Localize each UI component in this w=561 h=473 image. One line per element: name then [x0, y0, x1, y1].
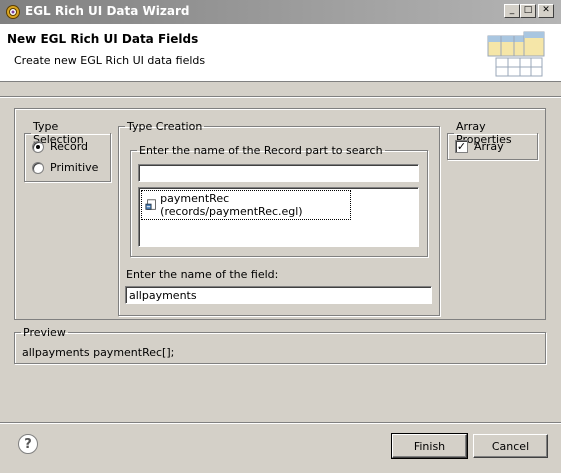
record-search-legend: Enter the name of the Record part to sea… — [139, 144, 383, 157]
minimize-button[interactable]: _ — [504, 4, 520, 18]
checkbox-checked-icon[interactable]: ✓ — [455, 140, 468, 153]
record-radio[interactable]: Record — [32, 140, 88, 153]
array-checkbox-label: Array — [474, 140, 504, 153]
record-result-label: paymentRec (records/paymentRec.egl) — [160, 192, 303, 218]
record-part-icon — [145, 199, 156, 210]
cancel-button[interactable]: Cancel — [473, 434, 548, 458]
radio-unselected-icon[interactable] — [32, 161, 44, 174]
close-button[interactable]: ✕ — [538, 4, 554, 18]
field-name-input[interactable]: allpayments — [125, 286, 432, 304]
separator — [0, 96, 561, 98]
help-icon[interactable]: ? — [18, 434, 38, 454]
primitive-radio[interactable]: Primitive — [32, 161, 98, 174]
maximize-button[interactable]: □ — [520, 4, 536, 18]
data-grid-banner-icon — [487, 31, 545, 77]
field-name-label: Enter the name of the field: — [126, 268, 279, 281]
preview-legend: Preview — [23, 326, 66, 339]
record-radio-label: Record — [50, 140, 89, 153]
app-gear-icon — [6, 5, 20, 19]
title-bar: EGL Rich UI Data Wizard _ □ ✕ — [0, 0, 561, 24]
window-title: EGL Rich UI Data Wizard — [25, 4, 190, 18]
preview-text: allpayments paymentRec[]; — [22, 346, 175, 359]
wizard-header: New EGL Rich UI Data Fields Create new E… — [0, 24, 561, 82]
type-creation-legend: Type Creation — [127, 120, 203, 133]
array-checkbox[interactable]: ✓ Array — [455, 140, 504, 153]
page-title: New EGL Rich UI Data Fields — [7, 32, 199, 46]
finish-button[interactable]: Finish — [391, 433, 468, 459]
list-item[interactable]: paymentRec (records/paymentRec.egl) — [141, 190, 351, 220]
radio-selected-icon[interactable] — [32, 140, 44, 153]
page-description: Create new EGL Rich UI data fields — [14, 54, 206, 67]
primitive-radio-label: Primitive — [50, 161, 99, 174]
record-results-list[interactable]: paymentRec (records/paymentRec.egl) — [138, 187, 419, 247]
separator — [0, 422, 561, 424]
record-search-input[interactable] — [138, 164, 419, 182]
